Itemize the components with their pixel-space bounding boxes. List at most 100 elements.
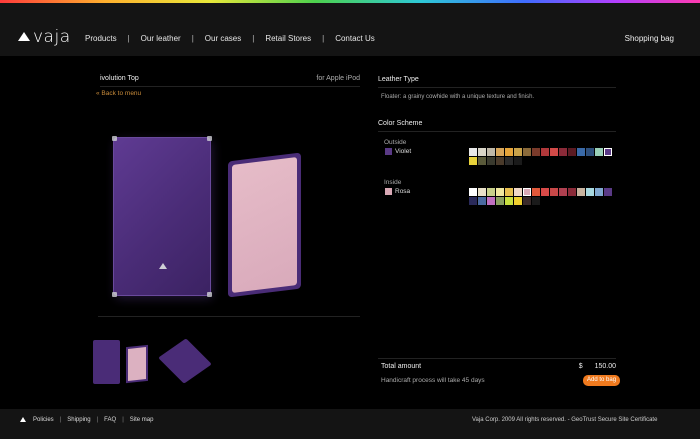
inside-selected: Rosa bbox=[385, 188, 410, 195]
inside-color-swatch[interactable] bbox=[487, 188, 495, 196]
footer-links: Policies | Shipping | FAQ | Site map bbox=[33, 417, 153, 423]
inside-color-palette bbox=[469, 188, 619, 206]
outside-color-swatch[interactable] bbox=[577, 148, 585, 156]
outside-label: Outside bbox=[384, 139, 407, 146]
product-title-bar: ivolution Top for Apple iPod bbox=[100, 75, 360, 87]
outside-color-swatch[interactable] bbox=[586, 148, 594, 156]
inside-color-swatch[interactable] bbox=[550, 188, 558, 196]
nav-separator: | bbox=[127, 34, 130, 43]
outside-color-swatch[interactable] bbox=[469, 157, 477, 165]
total-price: $ 150.00 bbox=[579, 363, 616, 370]
add-to-bag-button[interactable]: Add to bag bbox=[583, 375, 621, 386]
nav-separator: | bbox=[322, 34, 325, 43]
nav-contact-us[interactable]: Contact Us bbox=[335, 34, 375, 43]
nav-our-cases[interactable]: Our cases bbox=[205, 34, 241, 43]
outside-color-swatch[interactable] bbox=[496, 157, 504, 165]
thumbnail-front[interactable] bbox=[93, 340, 120, 384]
case-inner-lining bbox=[232, 157, 297, 293]
inside-color-swatch[interactable] bbox=[514, 188, 522, 196]
copyright-text: Vaja Corp. 2009 All rights reserved. - G… bbox=[472, 417, 658, 423]
footer-link-site-map[interactable]: Site map bbox=[130, 417, 154, 423]
outside-swatch bbox=[385, 148, 392, 155]
inside-color-swatch[interactable] bbox=[532, 188, 540, 196]
footer-separator: | bbox=[96, 417, 99, 423]
inside-color-swatch[interactable] bbox=[586, 188, 594, 196]
outside-color-swatch[interactable] bbox=[487, 157, 495, 165]
outside-color-swatch[interactable] bbox=[541, 148, 549, 156]
footer-link-shipping[interactable]: Shipping bbox=[67, 417, 90, 423]
inside-color-swatch[interactable] bbox=[478, 197, 486, 205]
inside-color-swatch[interactable] bbox=[505, 197, 513, 205]
inside-label: Inside bbox=[384, 179, 402, 186]
outside-color-swatch[interactable] bbox=[595, 148, 603, 156]
inside-color-swatch[interactable] bbox=[496, 188, 504, 196]
footer-link-faq[interactable]: FAQ bbox=[104, 417, 116, 423]
divider bbox=[98, 316, 360, 317]
vaja-small-logo-icon bbox=[20, 417, 26, 422]
lead-time-note: Handicraft process will take 45 days bbox=[381, 377, 485, 384]
price-value: 150.00 bbox=[594, 363, 616, 370]
outside-color-palette bbox=[469, 148, 619, 166]
nav-our-leather[interactable]: Our leather bbox=[141, 34, 181, 43]
nav-products[interactable]: Products bbox=[85, 34, 117, 43]
inside-color-swatch[interactable] bbox=[514, 197, 522, 205]
inside-color-name: Rosa bbox=[395, 188, 411, 195]
nav-separator: | bbox=[191, 34, 194, 43]
main-nav: Products | Our leather | Our cases | Ret… bbox=[85, 34, 375, 43]
thumbnail-angle[interactable] bbox=[158, 338, 212, 384]
outside-color-swatch[interactable] bbox=[514, 157, 522, 165]
leather-description: Floater: a grainy cowhide with a unique … bbox=[381, 94, 535, 100]
outside-color-swatch[interactable] bbox=[478, 148, 486, 156]
logo-text: vaja bbox=[33, 27, 71, 47]
footer-separator: | bbox=[59, 417, 62, 423]
inside-color-swatch[interactable] bbox=[496, 197, 504, 205]
inside-color-swatch[interactable] bbox=[487, 197, 495, 205]
outside-color-swatch[interactable] bbox=[532, 148, 540, 156]
outside-selected: Violet bbox=[385, 148, 411, 155]
shopping-bag-link[interactable]: Shopping bag bbox=[625, 34, 674, 43]
footer: Policies | Shipping | FAQ | Site map Vaj… bbox=[0, 409, 700, 439]
inside-color-swatch[interactable] bbox=[604, 188, 612, 196]
inside-color-swatch[interactable] bbox=[469, 188, 477, 196]
product-subtitle: for Apple iPod bbox=[316, 75, 360, 82]
outside-color-swatch[interactable] bbox=[496, 148, 504, 156]
thumbnail-open[interactable] bbox=[126, 344, 148, 384]
color-scheme-heading: Color Scheme bbox=[378, 120, 616, 132]
outside-color-swatch[interactable] bbox=[568, 148, 576, 156]
product-title: ivolution Top bbox=[100, 75, 139, 82]
outside-color-swatch[interactable] bbox=[478, 157, 486, 165]
inside-color-swatch[interactable] bbox=[541, 188, 549, 196]
inside-color-swatch[interactable] bbox=[505, 188, 513, 196]
header-bar: vaja Products | Our leather | Our cases … bbox=[0, 3, 700, 56]
product-image-closed-case bbox=[112, 136, 212, 297]
inside-color-swatch[interactable] bbox=[577, 188, 585, 196]
inside-color-swatch[interactable] bbox=[559, 188, 567, 196]
inside-swatch bbox=[385, 188, 392, 195]
back-to-menu-link[interactable]: « Back to menu bbox=[96, 90, 141, 97]
divider bbox=[378, 358, 616, 359]
nav-retail-stores[interactable]: Retail Stores bbox=[265, 34, 311, 43]
outside-color-swatch[interactable] bbox=[559, 148, 567, 156]
inside-color-swatch[interactable] bbox=[568, 188, 576, 196]
corner-guard bbox=[112, 292, 117, 297]
outside-color-swatch[interactable] bbox=[505, 157, 513, 165]
outside-color-swatch[interactable] bbox=[523, 148, 531, 156]
outside-color-swatch[interactable] bbox=[514, 148, 522, 156]
leather-type-heading: Leather Type bbox=[378, 76, 616, 88]
outside-color-swatch[interactable] bbox=[505, 148, 513, 156]
inside-color-swatch[interactable] bbox=[532, 197, 540, 205]
total-amount-label: Total amount bbox=[381, 363, 422, 370]
footer-link-policies[interactable]: Policies bbox=[33, 417, 54, 423]
vaja-logo[interactable]: vaja bbox=[18, 27, 71, 47]
inside-color-swatch[interactable] bbox=[478, 188, 486, 196]
inside-color-swatch[interactable] bbox=[469, 197, 477, 205]
corner-guard bbox=[207, 136, 212, 141]
outside-color-swatch[interactable] bbox=[604, 148, 612, 156]
product-image-open-case bbox=[228, 152, 301, 298]
outside-color-swatch[interactable] bbox=[550, 148, 558, 156]
inside-color-swatch[interactable] bbox=[523, 188, 531, 196]
inside-color-swatch[interactable] bbox=[523, 197, 531, 205]
outside-color-swatch[interactable] bbox=[487, 148, 495, 156]
inside-color-swatch[interactable] bbox=[595, 188, 603, 196]
outside-color-swatch[interactable] bbox=[469, 148, 477, 156]
